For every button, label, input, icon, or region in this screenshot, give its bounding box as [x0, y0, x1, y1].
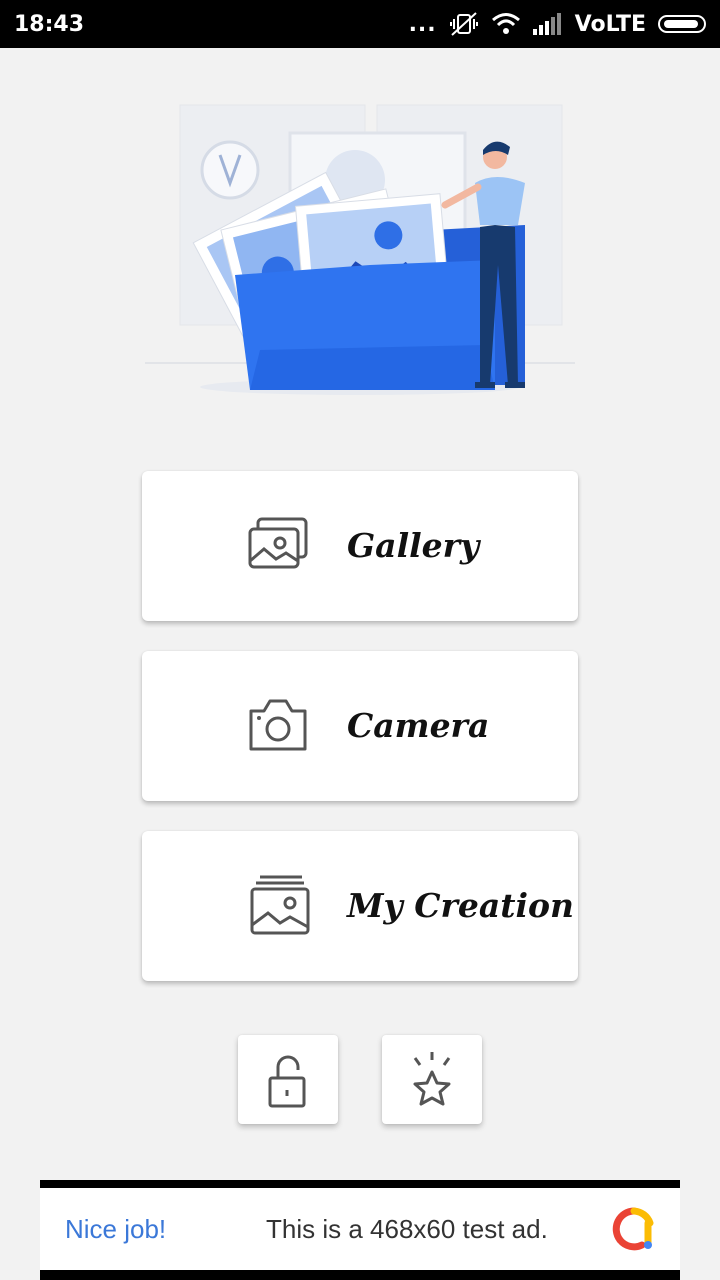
signal-icon [532, 13, 561, 35]
gallery-label: Gallery [347, 526, 480, 565]
mute-vibrate-icon [449, 12, 478, 36]
camera-label: Camera [347, 706, 490, 745]
ad-content[interactable]: Nice job! This is a 468x60 test ad. [40, 1188, 680, 1270]
unlock-button[interactable] [238, 1035, 338, 1124]
my-creation-label: My Creation [347, 886, 575, 925]
rate-button[interactable] [382, 1035, 482, 1124]
wifi-icon [491, 13, 520, 34]
gallery-button[interactable]: Gallery [142, 471, 578, 621]
gallery-icon [248, 517, 308, 569]
battery-icon [658, 15, 706, 33]
camera-button[interactable]: Camera [142, 651, 578, 801]
volte-label: VoLTE [574, 11, 646, 37]
more-dots: ... [408, 11, 437, 37]
hero-illustration [145, 104, 575, 395]
ad-logo-icon [612, 1207, 654, 1251]
ad-banner[interactable]: Nice job! This is a 468x60 test ad. [40, 1180, 680, 1280]
ad-body-text: This is a 468x60 test ad. [266, 1213, 548, 1244]
unlock-icon [268, 1055, 306, 1108]
creation-stack-icon [250, 875, 310, 935]
camera-icon [249, 699, 307, 751]
status-bar: 18:43 ... VoLTE [0, 0, 720, 48]
status-time: 18:43 [14, 11, 85, 37]
star-icon [413, 1052, 451, 1106]
status-icons: ... VoLTE [409, 11, 706, 37]
ad-nice-text: Nice job! [65, 1213, 167, 1244]
my-creation-button[interactable]: My Creation [142, 831, 578, 981]
